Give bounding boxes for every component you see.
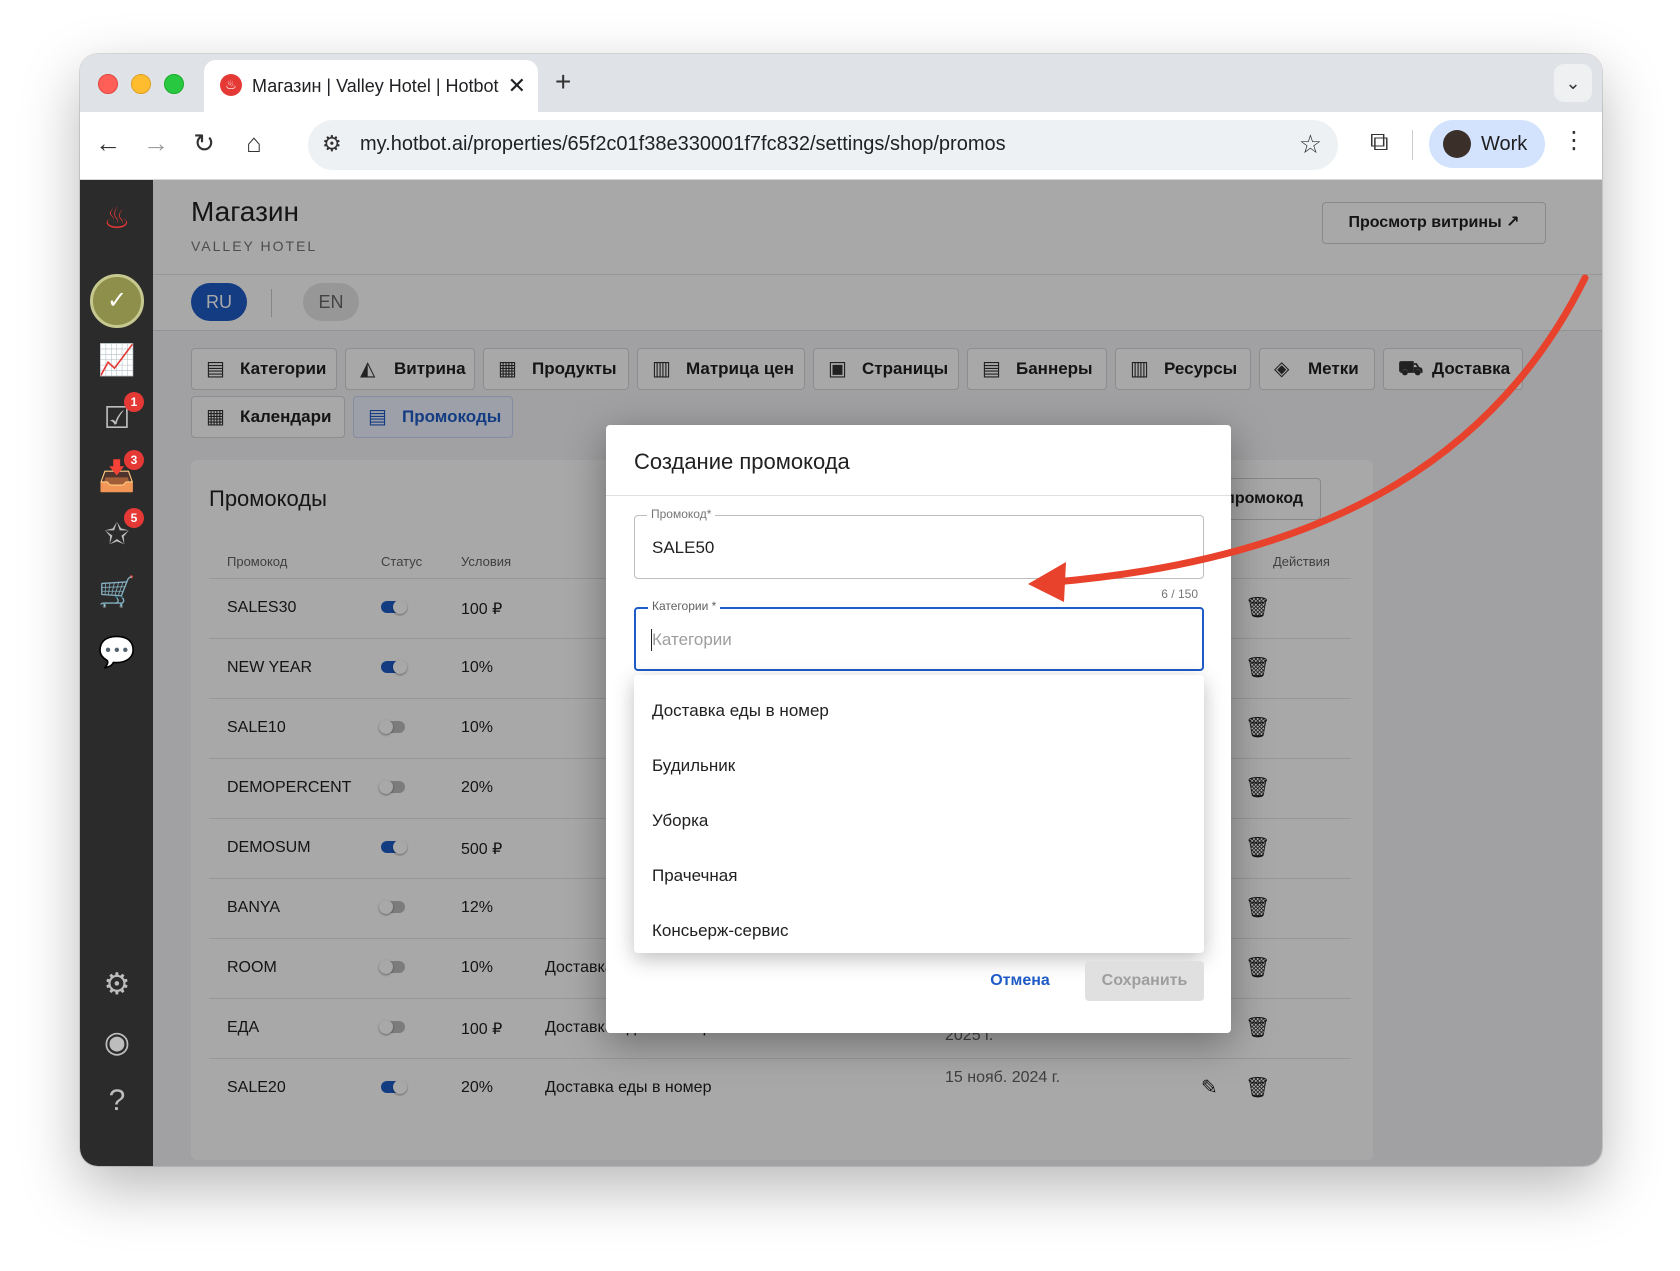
site-settings-icon[interactable]: ⚙ bbox=[322, 131, 342, 157]
property-avatar[interactable]: ✓ bbox=[90, 274, 144, 328]
promo-char-counter: 6 / 150 bbox=[1161, 587, 1198, 601]
new-tab-icon[interactable]: + bbox=[555, 66, 571, 98]
tab-search-chevron-icon[interactable]: ⌄ bbox=[1554, 64, 1592, 102]
extensions-puzzle-icon[interactable]: ⧉ bbox=[1370, 126, 1389, 158]
category-option[interactable]: Будильник bbox=[652, 756, 735, 776]
tab-close-icon[interactable]: ✕ bbox=[508, 73, 526, 99]
home-icon[interactable]: ⌂ bbox=[236, 128, 272, 159]
toolbar-divider bbox=[1412, 130, 1413, 160]
reload-icon[interactable]: ↻ bbox=[186, 128, 222, 159]
help-question-icon[interactable]: ? bbox=[96, 1080, 138, 1122]
category-option[interactable]: Доставка еды в номер bbox=[652, 701, 829, 721]
category-option[interactable]: Уборка bbox=[652, 811, 708, 831]
bookmark-star-icon[interactable]: ☆ bbox=[1299, 129, 1322, 160]
categories-dropdown: Доставка еды в номер Будильник Уборка Пр… bbox=[634, 675, 1204, 953]
analytics-chart-icon[interactable]: 📈 bbox=[96, 340, 138, 382]
settings-gear-icon[interactable]: ⚙ bbox=[96, 964, 138, 1006]
minimize-window-button[interactable] bbox=[131, 74, 151, 94]
browser-menu-icon[interactable]: ⋮ bbox=[1562, 126, 1586, 155]
tasks-badge: 1 bbox=[124, 392, 144, 412]
cancel-button[interactable]: Отмена bbox=[978, 961, 1062, 1001]
address-bar[interactable]: ⚙ my.hotbot.ai/properties/65f2c01f38e330… bbox=[308, 120, 1338, 170]
save-button[interactable]: Сохранить bbox=[1085, 961, 1204, 1001]
sidebar: ♨ ✓ 📈 ☑ 1 📥 3 ✩ 5 🛒 💬 ⚙ ◉ ? bbox=[80, 180, 153, 1166]
create-promo-dialog: Создание промокода Промокод* SALE50 6 / … bbox=[606, 425, 1231, 1033]
shop-cart-icon[interactable]: 🛒 bbox=[96, 572, 138, 614]
hotbot-logo-icon[interactable]: ♨ bbox=[96, 198, 138, 240]
tasks-check-icon[interactable]: ☑ 1 bbox=[96, 392, 144, 440]
category-option[interactable]: Прачечная bbox=[652, 866, 737, 886]
tab-title: Магазин | Valley Hotel | Hotbot bbox=[252, 76, 499, 96]
maximize-window-button[interactable] bbox=[164, 74, 184, 94]
reviews-badge: 5 bbox=[124, 508, 144, 528]
forward-arrow-icon[interactable]: → bbox=[138, 128, 174, 159]
promo-code-field[interactable]: Промокод* SALE50 bbox=[634, 507, 1204, 579]
category-option[interactable]: Консьерж-сервис bbox=[652, 921, 788, 941]
tab-strip: ♨ Магазин | Valley Hotel | Hotbot ✕ + ⌄ bbox=[80, 54, 1602, 112]
profile-name: Work bbox=[1481, 133, 1528, 155]
browser-tab-active[interactable]: ♨ Магазин | Valley Hotel | Hotbot ✕ bbox=[204, 60, 538, 112]
inbox-badge: 3 bbox=[124, 450, 144, 470]
chat-bubble-icon[interactable]: 💬 bbox=[96, 632, 138, 674]
profile-button[interactable]: Work bbox=[1429, 120, 1545, 168]
dialog-title: Создание промокода bbox=[634, 449, 850, 474]
browser-window: ♨ Магазин | Valley Hotel | Hotbot ✕ + ⌄ … bbox=[80, 54, 1602, 1166]
url-text: my.hotbot.ai/properties/65f2c01f38e33000… bbox=[360, 133, 1006, 155]
app-area: ♨ ✓ 📈 ☑ 1 📥 3 ✩ 5 🛒 💬 ⚙ ◉ ? Магазин VALL… bbox=[80, 180, 1602, 1166]
reviews-star-icon[interactable]: ✩ 5 bbox=[96, 508, 144, 556]
account-user-icon[interactable]: ◉ bbox=[96, 1022, 138, 1064]
inbox-icon[interactable]: 📥 3 bbox=[96, 450, 144, 498]
dialog-divider bbox=[606, 495, 1231, 496]
close-window-button[interactable] bbox=[98, 74, 118, 94]
categories-input[interactable]: Категории * Категории bbox=[634, 599, 1204, 671]
promo-code-label: Промокод* bbox=[647, 507, 716, 521]
browser-toolbar: ← → ↻ ⌂ ⚙ my.hotbot.ai/properties/65f2c0… bbox=[80, 112, 1602, 180]
main-content: Магазин VALLEY HOTEL Просмотр витрины ↗ … bbox=[153, 180, 1602, 1166]
back-arrow-icon[interactable]: ← bbox=[90, 128, 126, 159]
promo-code-value: SALE50 bbox=[652, 538, 715, 557]
profile-avatar bbox=[1443, 130, 1471, 158]
categories-label: Категории * bbox=[648, 599, 721, 613]
categories-placeholder: Категории bbox=[652, 630, 732, 649]
hotbot-favicon-icon: ♨ bbox=[220, 74, 242, 96]
